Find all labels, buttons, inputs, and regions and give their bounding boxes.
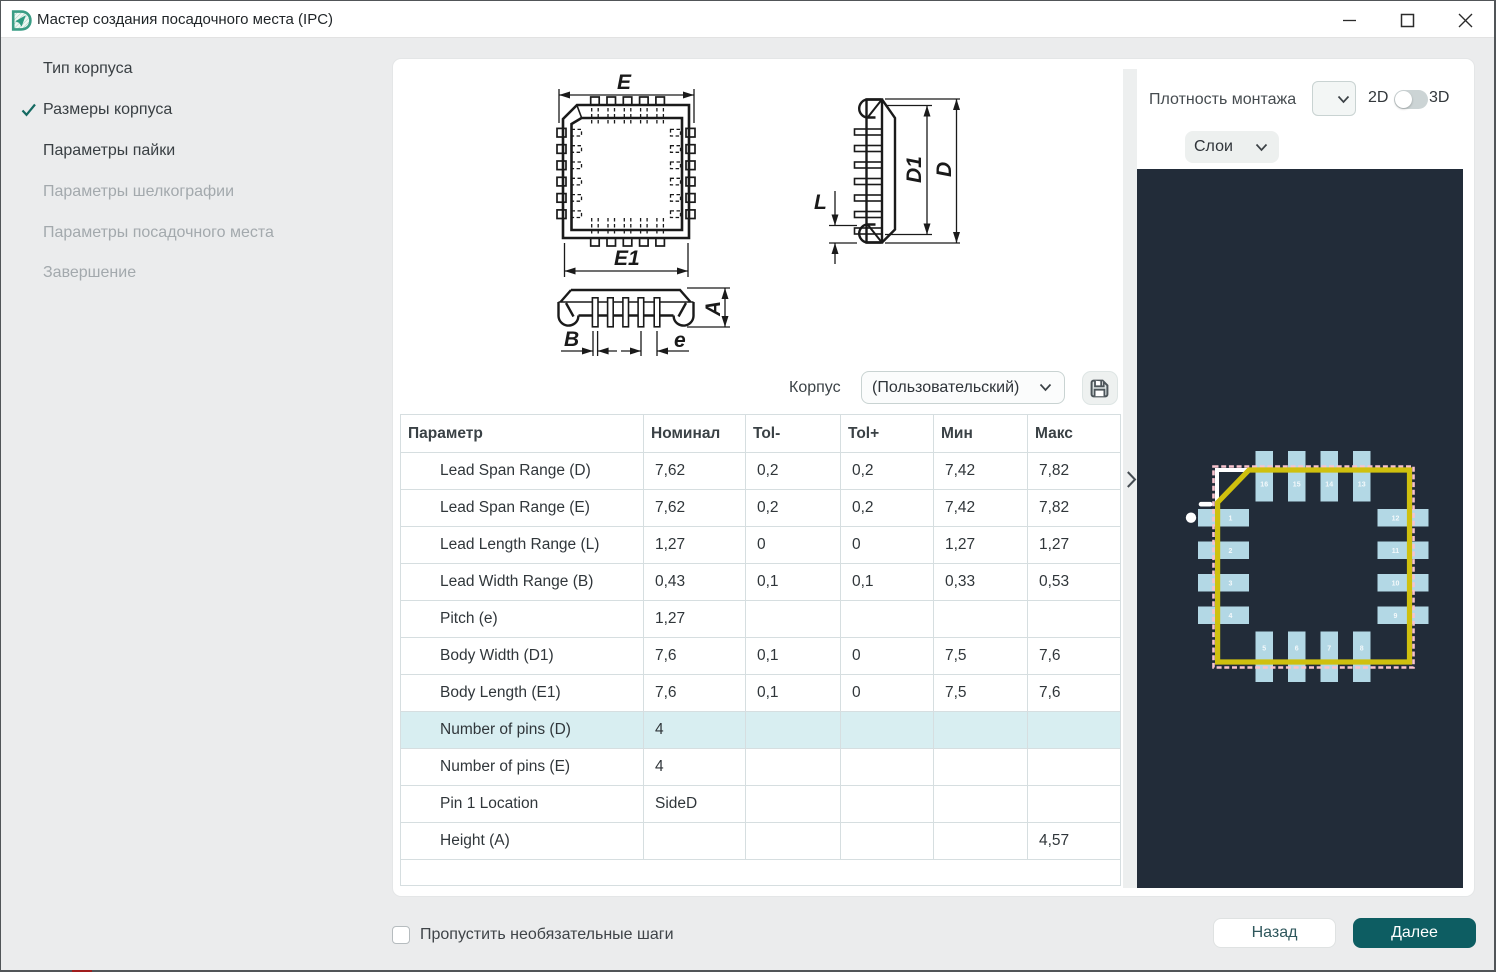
svg-text:L: L <box>814 191 827 214</box>
svg-text:13: 13 <box>1358 482 1366 489</box>
svg-text:16: 16 <box>1260 482 1268 489</box>
svg-text:e: e <box>674 329 686 352</box>
svg-text:2: 2 <box>1229 548 1233 555</box>
svg-text:9: 9 <box>1394 613 1398 620</box>
svg-text:4: 4 <box>1229 613 1233 620</box>
svg-text:10: 10 <box>1392 581 1400 588</box>
svg-text:15: 15 <box>1293 482 1301 489</box>
svg-text:E: E <box>617 71 632 94</box>
svg-text:D: D <box>933 162 956 177</box>
svg-text:B: B <box>564 328 579 351</box>
svg-text:8: 8 <box>1360 646 1364 653</box>
svg-text:12: 12 <box>1392 516 1400 523</box>
svg-text:6: 6 <box>1295 646 1299 653</box>
svg-text:7: 7 <box>1327 646 1331 653</box>
svg-text:D1: D1 <box>903 156 926 183</box>
svg-text:11: 11 <box>1392 548 1400 555</box>
svg-text:A: A <box>702 301 725 317</box>
svg-text:5: 5 <box>1262 646 1266 653</box>
svg-text:E1: E1 <box>614 247 640 270</box>
svg-text:1: 1 <box>1229 516 1233 523</box>
svg-text:14: 14 <box>1325 482 1333 489</box>
svg-text:3: 3 <box>1229 581 1233 588</box>
